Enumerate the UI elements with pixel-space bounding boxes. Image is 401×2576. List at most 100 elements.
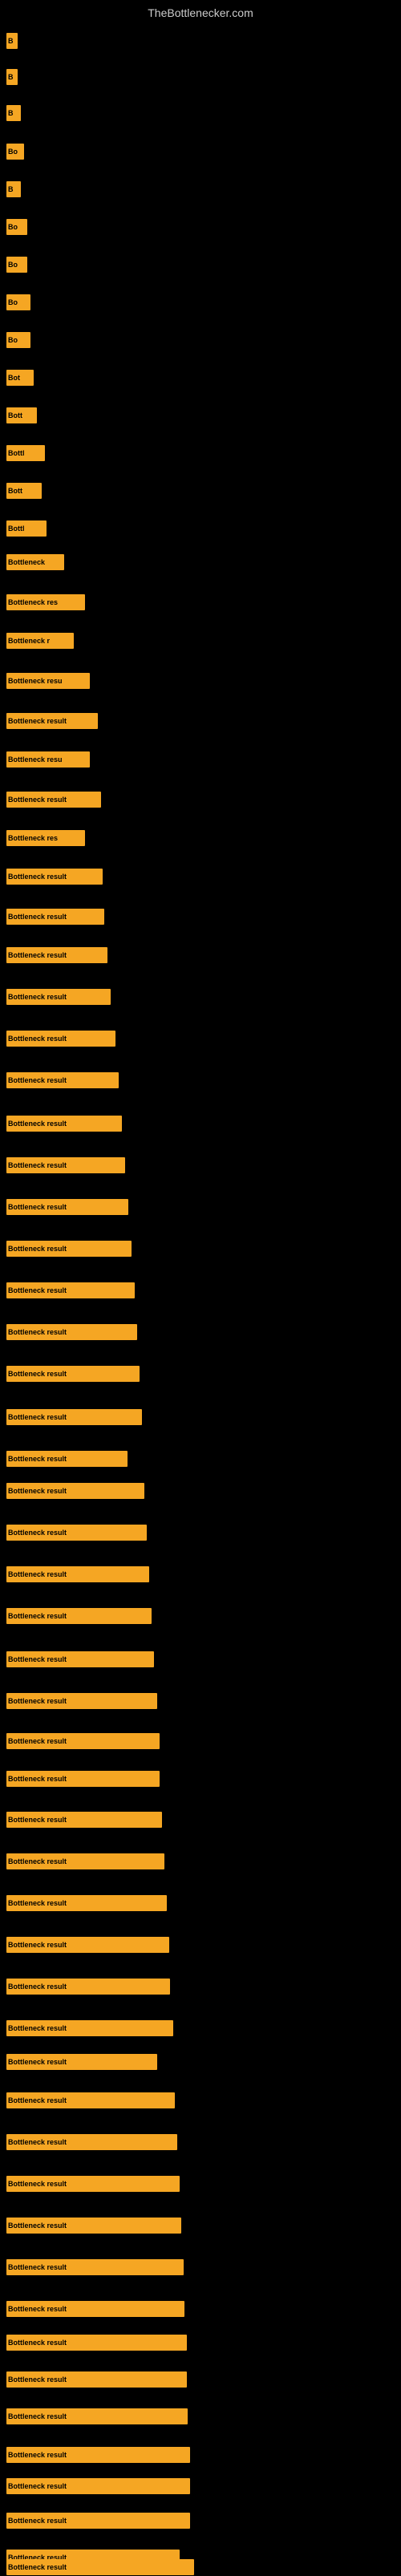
bar-label: Bo — [6, 257, 27, 273]
bar-row: Bottleneck result — [6, 1936, 169, 1954]
bar-row: Bo — [6, 218, 27, 236]
bar-label: Bottleneck result — [6, 2020, 173, 2036]
bar-label: Bottleneck result — [6, 1895, 167, 1911]
bar-label: Bo — [6, 144, 24, 160]
bar-row: Bottleneck result — [6, 2092, 175, 2109]
bar-row: Bottleneck result — [6, 2477, 190, 2495]
bar-label: Bottleneck result — [6, 2218, 181, 2234]
bar-row: Bottleneck result — [6, 791, 101, 808]
bar-row: Bottleneck result — [6, 1323, 137, 1341]
bar-label: Bottleneck result — [6, 2478, 190, 2494]
bar-row: Bottleneck result — [6, 1240, 132, 1258]
bar-row: Bottleneck resu — [6, 751, 90, 768]
bar-label: Bottleneck result — [6, 1282, 135, 1298]
bar-row: Bottleneck result — [6, 2334, 187, 2351]
bar-label: Bo — [6, 219, 27, 235]
site-title: TheBottlenecker.com — [0, 0, 401, 22]
bar-label: Bottleneck result — [6, 1651, 154, 1667]
bar-row: Bottleneck result — [6, 1408, 142, 1426]
bar-row: Bottl — [6, 520, 47, 537]
bar-row: Bo — [6, 331, 30, 349]
bar-label: Bottleneck res — [6, 830, 85, 846]
bar-row: Bottleneck result — [6, 868, 103, 885]
bar-row: Bottleneck result — [6, 712, 98, 730]
bar-row: Bottleneck result — [6, 1811, 162, 1829]
bar-label: Bottleneck result — [6, 2301, 184, 2317]
bar-row: B — [6, 32, 18, 50]
bar-label: Bottleneck result — [6, 2176, 180, 2192]
bar-label: Bottleneck resu — [6, 751, 90, 768]
bar-label: Bottleneck result — [6, 1241, 132, 1257]
bar-label: Bottleneck result — [6, 1199, 128, 1215]
bar-row: Bottleneck result — [6, 1198, 128, 1216]
bar-row: Bottleneck result — [6, 2558, 194, 2576]
bar-label: Bottleneck result — [6, 792, 101, 808]
bar-label: Bottleneck result — [6, 1812, 162, 1828]
bar-row: Bottleneck result — [6, 1156, 125, 1174]
bar-row: Bottleneck result — [6, 1607, 152, 1625]
bar-label: Bottleneck result — [6, 2371, 187, 2388]
bar-label: Bot — [6, 370, 34, 386]
bar-label: Bottleneck result — [6, 869, 103, 885]
bar-label: B — [6, 181, 21, 197]
bar-row: Bottleneck result — [6, 2258, 184, 2276]
bar-label: Bottleneck result — [6, 2259, 184, 2275]
bar-row: Bottleneck res — [6, 593, 85, 611]
bar-label: Bottleneck result — [6, 2134, 177, 2150]
bar-row: Bottleneck result — [6, 1732, 160, 1750]
bar-row: Bottleneck result — [6, 1894, 167, 1912]
bar-label: Bottleneck result — [6, 2092, 175, 2108]
bar-label: B — [6, 33, 18, 49]
bar-label: Bottleneck result — [6, 2335, 187, 2351]
bar-label: Bottleneck res — [6, 594, 85, 610]
bar-row: Bot — [6, 369, 34, 387]
bar-row: Bottleneck result — [6, 946, 107, 964]
bar-label: Bottleneck result — [6, 1409, 142, 1425]
bar-row: Bottleneck result — [6, 2133, 177, 2151]
bar-row: Bottleneck result — [6, 1030, 115, 1047]
bar-row: Bottleneck r — [6, 632, 74, 650]
bar-row: Bottleneck result — [6, 908, 104, 925]
bar-label: Bo — [6, 294, 30, 310]
bar-label: Bottleneck result — [6, 2513, 190, 2529]
bar-label: Bottleneck r — [6, 633, 74, 649]
bar-label: Bottleneck result — [6, 1116, 122, 1132]
bar-row: Bottleneck result — [6, 2371, 187, 2388]
bar-label: Bottl — [6, 445, 45, 461]
bar-row: Bo — [6, 256, 27, 273]
bar-row: B — [6, 180, 21, 198]
bar-label: Bottleneck result — [6, 1451, 128, 1467]
bar-label: Bottleneck result — [6, 1072, 119, 1088]
bar-row: Bottleneck — [6, 553, 64, 571]
bar-label: Bottleneck resu — [6, 673, 90, 689]
bar-label: Bottleneck result — [6, 1771, 160, 1787]
bar-row: Bottleneck result — [6, 1770, 160, 1788]
bar-row: B — [6, 104, 21, 122]
bar-label: Bottleneck result — [6, 1937, 169, 1953]
bar-label: Bottleneck result — [6, 1566, 149, 1582]
bar-row: Bottleneck result — [6, 1365, 140, 1383]
bar-label: Bottleneck result — [6, 1853, 164, 1869]
bar-label: Bottleneck result — [6, 947, 107, 963]
bar-row: Bottleneck result — [6, 1115, 122, 1132]
bar-row: Bottleneck result — [6, 1651, 154, 1668]
bar-label: B — [6, 69, 18, 85]
bar-row: Bott — [6, 482, 42, 500]
bar-row: Bottleneck resu — [6, 672, 90, 690]
bar-label: Bottleneck result — [6, 1733, 160, 1749]
bar-row: Bottleneck result — [6, 2300, 184, 2318]
bar-row: Bottleneck result — [6, 2217, 181, 2234]
bar-label: Bottleneck result — [6, 1031, 115, 1047]
bar-label: Bottleneck result — [6, 1979, 170, 1995]
bar-row: Bottleneck result — [6, 2175, 180, 2193]
bar-row: Bottleneck result — [6, 2408, 188, 2425]
bar-row: Bo — [6, 294, 30, 311]
bar-label: Bottleneck result — [6, 989, 111, 1005]
bar-row: Bottleneck result — [6, 2446, 190, 2464]
bar-row: Bottleneck result — [6, 2512, 190, 2529]
bar-row: Bottleneck result — [6, 1524, 147, 1541]
bar-label: Bottleneck result — [6, 1608, 152, 1624]
bar-row: Bottl — [6, 444, 45, 462]
bar-label: Bottleneck result — [6, 2447, 190, 2463]
bar-row: Bottleneck result — [6, 1282, 135, 1299]
